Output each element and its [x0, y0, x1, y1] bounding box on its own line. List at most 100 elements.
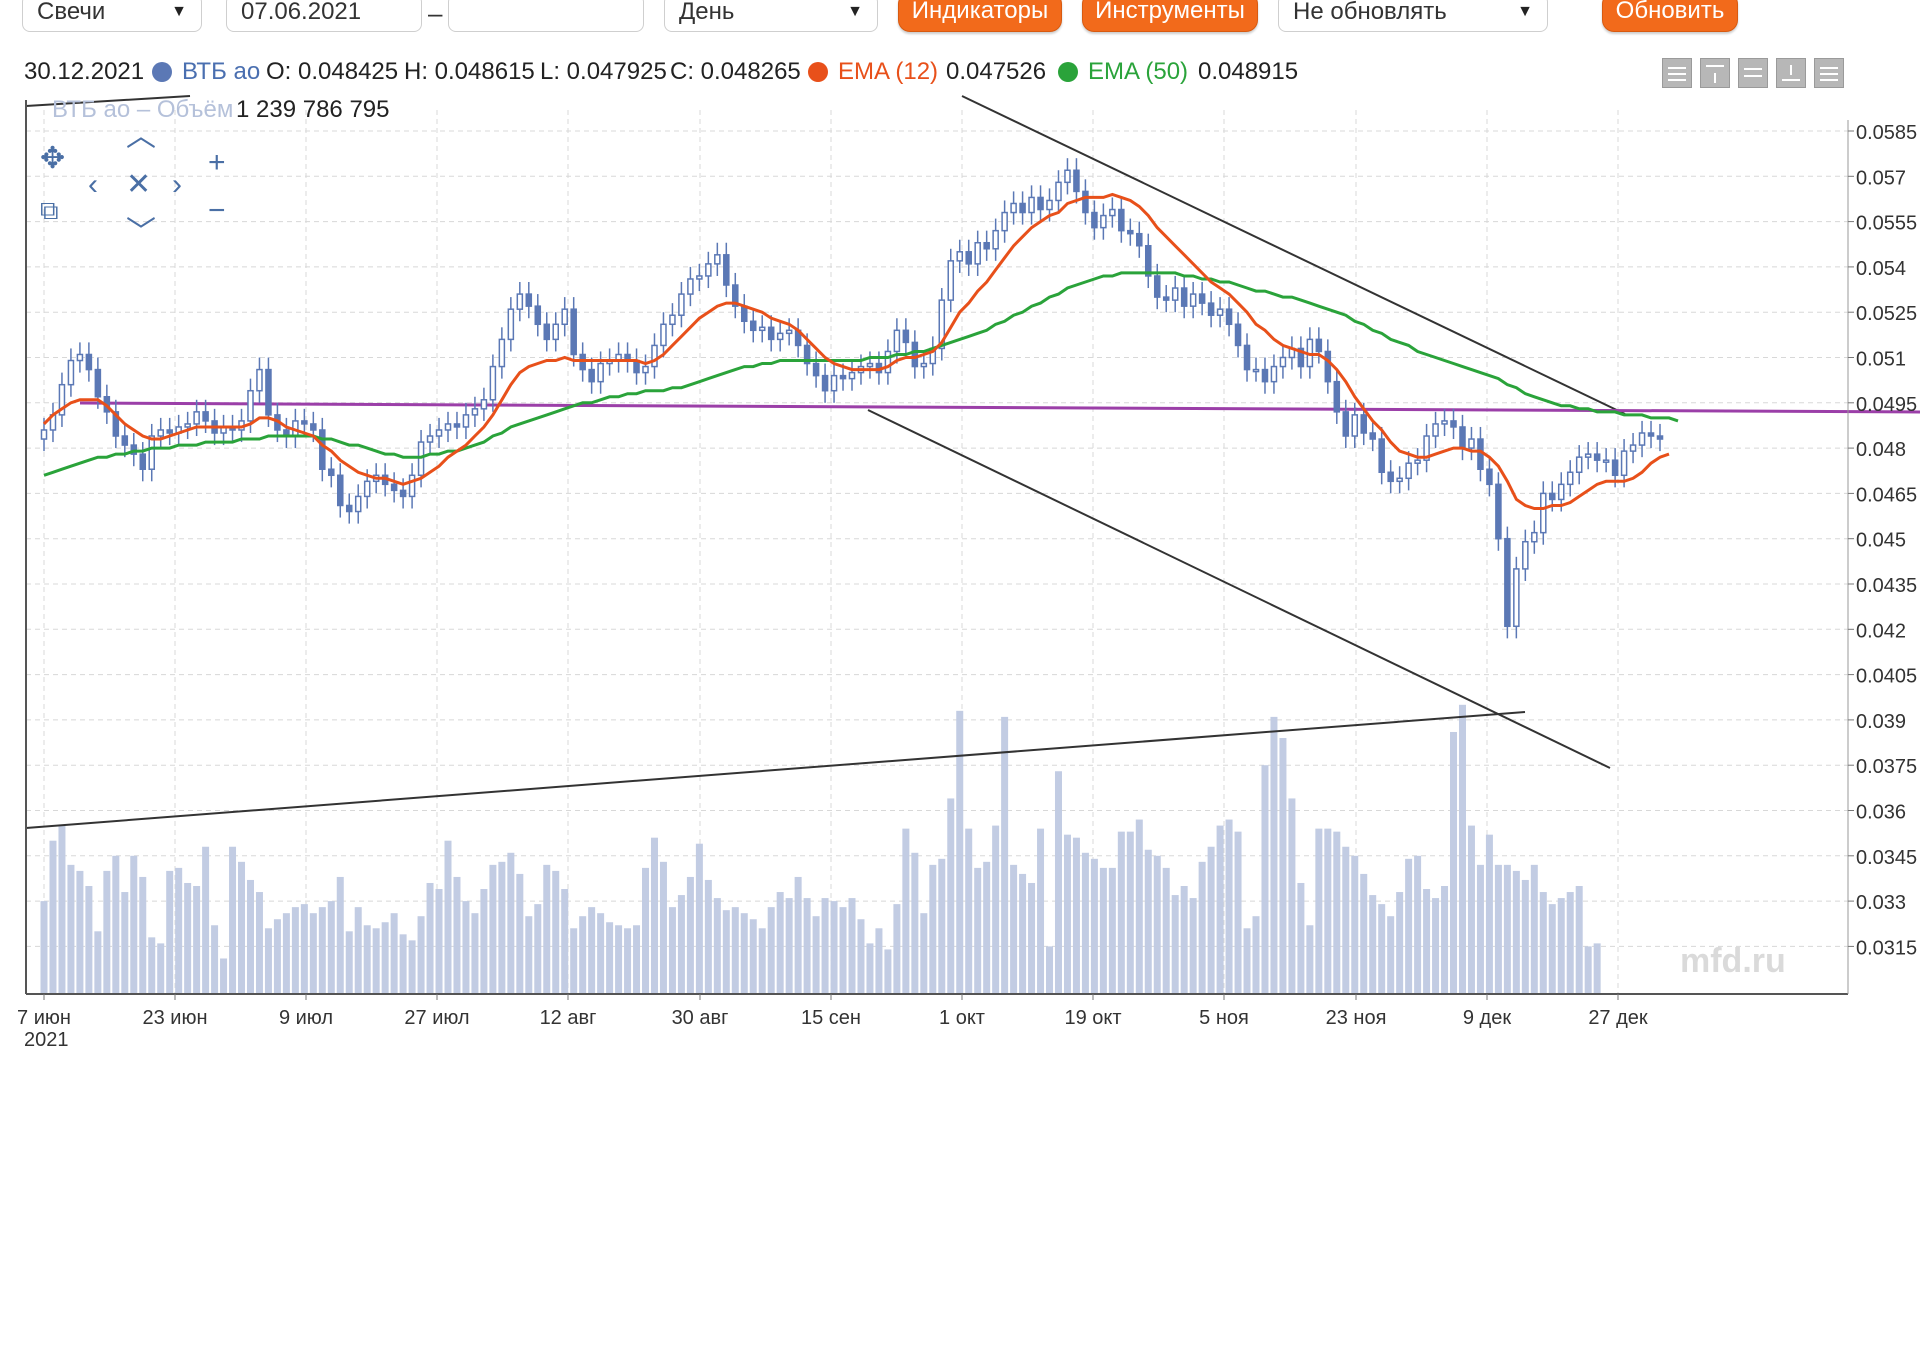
- x-tick-label: 23 июн: [142, 1007, 207, 1029]
- move-icon[interactable]: ✥: [40, 144, 65, 174]
- ema50-dot-icon: [1058, 62, 1078, 82]
- candle-body: [1459, 426, 1466, 449]
- candle-body: [660, 323, 667, 347]
- volume-bar: [1351, 855, 1359, 994]
- volume-bar: [408, 940, 416, 994]
- candle-body: [319, 429, 326, 470]
- volume-bar: [1593, 943, 1601, 994]
- volume-bar: [264, 928, 272, 994]
- x-tick-label: 12 авг: [540, 1007, 597, 1029]
- candle-body: [911, 341, 919, 368]
- volume-bar: [1144, 849, 1152, 994]
- pan-down-icon[interactable]: ﹀: [126, 218, 156, 248]
- candle-body: [1620, 450, 1628, 477]
- reset-icon[interactable]: ✕: [126, 170, 151, 200]
- volume-bar: [758, 928, 766, 994]
- candle-body: [1414, 459, 1421, 464]
- volume-bar: [453, 876, 461, 994]
- zoom-box-icon[interactable]: ⧉: [40, 195, 59, 225]
- volume-bar: [561, 889, 569, 994]
- volume-bar: [938, 858, 946, 994]
- candle-body: [1584, 453, 1592, 458]
- volume-bar: [193, 886, 201, 994]
- candle-body: [1557, 483, 1565, 501]
- volume-bar: [1270, 716, 1278, 994]
- volume-bar: [85, 886, 93, 994]
- candle-body: [749, 320, 757, 332]
- candle-body: [570, 308, 577, 356]
- lines-icon[interactable]: [1738, 58, 1768, 88]
- y-tick-label: 0.051: [1856, 349, 1906, 371]
- zoom-in-icon[interactable]: +: [208, 148, 226, 178]
- candle-body: [552, 323, 560, 341]
- volume-bar: [94, 931, 102, 994]
- y-tick-label: 0.0435: [1856, 575, 1917, 597]
- volume-bar: [839, 907, 847, 994]
- volume-bar: [1072, 837, 1080, 994]
- candle-body: [202, 411, 209, 422]
- candle-body: [687, 278, 694, 295]
- volume-bar: [112, 855, 120, 994]
- candle-body: [597, 362, 604, 383]
- volume-bar: [534, 904, 542, 994]
- legend-ema12-value: 0.047526: [946, 58, 1047, 85]
- volume-bar: [489, 864, 497, 994]
- volume-bar: [345, 931, 353, 994]
- candle-body: [1028, 196, 1035, 214]
- candle-body: [1073, 169, 1080, 193]
- candle-body: [1351, 414, 1359, 437]
- candle-body: [1656, 435, 1664, 440]
- candle-body: [920, 362, 928, 368]
- candle-body: [1378, 438, 1385, 474]
- upload-icon[interactable]: [1700, 58, 1730, 88]
- candle-body: [1055, 181, 1062, 202]
- candle-body: [992, 229, 999, 250]
- pan-left-icon[interactable]: ‹: [88, 170, 98, 200]
- list-icon[interactable]: [1814, 58, 1844, 88]
- candle-body: [148, 435, 156, 470]
- volume-bar: [1243, 928, 1251, 994]
- volume-bar: [40, 901, 48, 994]
- volume-bar: [1360, 873, 1368, 994]
- legend-ema50-label: EMA (50): [1088, 58, 1189, 85]
- candle-body: [40, 429, 48, 440]
- volume-bar: [1539, 892, 1547, 994]
- volume-bar: [1153, 855, 1161, 994]
- legend-open: O: 0.048425: [266, 58, 399, 85]
- candle-body: [76, 353, 84, 362]
- candle-body: [408, 474, 416, 498]
- pan-right-icon[interactable]: ›: [172, 170, 182, 200]
- candle-body: [1342, 411, 1350, 437]
- candle-body: [1522, 540, 1529, 570]
- volume-bar: [830, 901, 838, 994]
- y-tick-label: 0.042: [1856, 620, 1906, 642]
- candle-body: [444, 423, 452, 431]
- y-tick-label: 0.054: [1856, 258, 1906, 280]
- candle-body: [1315, 338, 1323, 353]
- candle-body: [399, 489, 407, 498]
- volume-bar: [282, 913, 290, 994]
- volume-bar: [624, 928, 632, 994]
- volume-bar: [184, 882, 192, 994]
- candle-body: [965, 251, 972, 265]
- zoom-out-icon[interactable]: −: [208, 196, 226, 226]
- volume-bar: [606, 922, 614, 994]
- volume-bar: [633, 925, 641, 994]
- price-chart[interactable]: 0.0585 0.057 0.0555 0.054 0.0525 0.051 0.0495 0…: [0, 0, 1920, 1346]
- candle-body: [785, 329, 793, 335]
- menu-icon[interactable]: [1662, 58, 1692, 88]
- y-tick-label: 0.0315: [1856, 937, 1917, 959]
- download-icon[interactable]: [1776, 58, 1806, 88]
- pan-up-icon[interactable]: ︿: [126, 122, 156, 152]
- volume-dot-icon: [24, 100, 44, 120]
- volume-bar: [776, 892, 784, 994]
- candle-body: [723, 254, 730, 286]
- candle-body: [1234, 323, 1242, 347]
- volume-bar: [642, 867, 650, 994]
- volume-bar: [821, 898, 829, 994]
- volume-bar: [148, 937, 156, 994]
- candle-body: [534, 305, 542, 326]
- volume-bar: [220, 958, 228, 994]
- volume-bar: [1010, 864, 1018, 994]
- x-tick-label: 27 дек: [1588, 1007, 1648, 1029]
